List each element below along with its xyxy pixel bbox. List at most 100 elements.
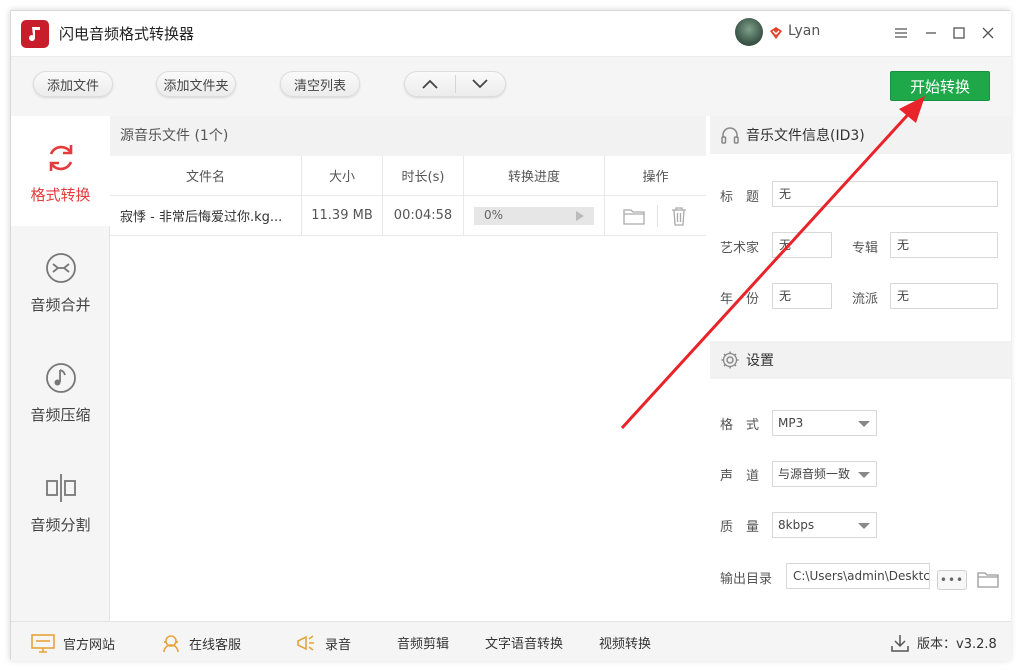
file-duration: 00:04:58 — [383, 196, 464, 235]
settings-section-header: 设置 — [710, 341, 1011, 379]
folder-icon[interactable] — [623, 207, 645, 225]
format-value: MP3 — [778, 416, 804, 430]
monitor-icon — [31, 634, 55, 653]
chevron-down-icon — [858, 472, 870, 478]
open-folder-icon[interactable] — [977, 570, 999, 588]
chevron-up-icon — [422, 79, 438, 89]
column-header-progress: 转换进度 — [464, 156, 605, 195]
split-icon — [45, 474, 76, 502]
website-label: 官方网站 — [63, 637, 116, 653]
title-label: 标 题 — [720, 190, 760, 205]
quality-label: 质 量 — [720, 520, 760, 535]
divider — [657, 204, 658, 227]
output-path-field[interactable]: C:\Users\admin\Desktc — [786, 563, 930, 589]
customer-service-icon — [163, 635, 179, 653]
chevron-down-icon — [472, 79, 488, 89]
move-down-button[interactable] — [456, 72, 506, 96]
merge-icon — [45, 253, 76, 283]
app-title: 闪电音频格式转换器 — [59, 25, 195, 43]
bottom-bar: 官方网站 在线客服 录音 音频剪辑 文字语音转换 视频转换 版本：v3.2.8 — [11, 621, 1011, 661]
vip-icon — [770, 27, 782, 39]
sidebar-item-format-convert[interactable]: 格式转换 — [11, 116, 110, 226]
reorder-buttons — [404, 71, 506, 97]
version-info[interactable]: 版本：v3.2.8 — [891, 633, 997, 652]
maximize-button[interactable] — [949, 23, 969, 43]
artist-field[interactable]: 无 — [772, 232, 832, 258]
app-logo-icon — [21, 20, 49, 48]
album-label: 专辑 — [852, 241, 879, 256]
move-up-button[interactable] — [405, 72, 455, 96]
channel-label: 声 道 — [720, 469, 760, 484]
album-field[interactable]: 无 — [890, 232, 998, 258]
sidebar-item-audio-merge[interactable]: 音频合并 — [11, 226, 110, 336]
sidebar-item-label: 音频合并 — [30, 296, 91, 314]
output-label: 输出目录 — [720, 572, 773, 587]
gear-icon — [721, 351, 739, 369]
column-header-size: 大小 — [302, 156, 383, 195]
year-label: 年 份 — [720, 292, 760, 307]
version-label: 版本：v3.2.8 — [917, 637, 997, 652]
properties-panel: 音乐文件信息(ID3) 标 题 无 艺术家 无 专辑 无 年 份 无 流派 无 … — [710, 116, 1011, 621]
settings-section-title: 设置 — [746, 353, 774, 369]
minimize-button[interactable] — [921, 23, 941, 43]
progress-text: 0% — [484, 207, 504, 222]
record-label: 录音 — [325, 637, 352, 653]
sidebar-item-label: 音频压缩 — [30, 406, 91, 424]
file-size: 11.39 MB — [302, 196, 383, 235]
app-window: 闪电音频格式转换器 Lyan 添加文件 添加文件夹 清空列表 开始转换 格式转换… — [10, 10, 1011, 661]
record-link[interactable]: 录音 — [295, 633, 351, 653]
quality-value: 8kbps — [778, 518, 815, 532]
file-list-header: 源音乐文件 (1个) — [110, 116, 706, 156]
avatar[interactable] — [735, 18, 763, 46]
quality-select[interactable]: 8kbps — [772, 512, 877, 538]
channel-value: 与源音频一致 — [778, 467, 851, 481]
progress-bar: 0% — [474, 206, 594, 225]
genre-label: 流派 — [852, 292, 879, 307]
column-header-name: 文件名 — [110, 156, 302, 195]
format-select[interactable]: MP3 — [772, 410, 877, 436]
file-actions — [605, 196, 706, 235]
add-file-button[interactable]: 添加文件 — [33, 71, 113, 97]
table-row[interactable]: 寂悸 - 非常后悔爱过你.kg... 11.39 MB 00:04:58 0% — [110, 196, 706, 236]
download-icon — [891, 634, 909, 652]
tts-link[interactable]: 文字语音转换 — [485, 633, 563, 652]
username[interactable]: Lyan — [788, 23, 820, 39]
video-convert-link[interactable]: 视频转换 — [599, 633, 651, 652]
id3-section-header: 音乐文件信息(ID3) — [710, 116, 1011, 154]
title-field[interactable]: 无 — [772, 181, 998, 207]
add-folder-button[interactable]: 添加文件夹 — [156, 71, 236, 97]
column-header-actions: 操作 — [642, 170, 669, 185]
chevron-down-icon — [858, 421, 870, 427]
sidebar-item-audio-split[interactable]: 音频分割 — [11, 446, 110, 556]
year-field[interactable]: 无 — [772, 283, 832, 309]
trash-icon[interactable] — [670, 206, 688, 226]
close-button[interactable] — [978, 23, 998, 43]
chevron-down-icon — [858, 523, 870, 529]
toolbar: 添加文件 添加文件夹 清空列表 开始转换 — [11, 56, 1011, 116]
column-header-duration: 时长(s) — [383, 156, 464, 195]
title-bar: 闪电音频格式转换器 Lyan — [11, 11, 1011, 56]
play-icon[interactable] — [576, 210, 584, 221]
sidebar-item-label: 格式转换 — [30, 186, 91, 204]
sidebar-item-label: 音频分割 — [30, 516, 91, 534]
service-link[interactable]: 在线客服 — [161, 633, 241, 653]
clear-list-button[interactable]: 清空列表 — [280, 71, 360, 97]
menu-icon[interactable] — [891, 23, 911, 43]
file-list: 源音乐文件 (1个) 文件名 大小 时长(s) 转换进度 操作 寂悸 - 非常后… — [110, 116, 706, 621]
audio-edit-link[interactable]: 音频剪辑 — [397, 633, 449, 652]
id3-section-title: 音乐文件信息(ID3) — [746, 128, 865, 144]
refresh-icon — [49, 145, 72, 171]
headphones-icon — [721, 127, 739, 144]
start-convert-button[interactable]: 开始转换 — [890, 71, 990, 101]
genre-field[interactable]: 无 — [890, 283, 998, 309]
channel-select[interactable]: 与源音频一致 — [772, 461, 877, 487]
service-label: 在线客服 — [189, 637, 242, 653]
website-link[interactable]: 官方网站 — [31, 633, 115, 653]
sidebar-item-audio-compress[interactable]: 音频压缩 — [11, 336, 110, 446]
file-progress: 0% — [464, 196, 605, 235]
file-name: 寂悸 - 非常后悔爱过你.kg... — [110, 196, 302, 235]
browse-button[interactable]: ••• — [937, 570, 967, 590]
music-note-icon — [45, 363, 76, 393]
artist-label: 艺术家 — [720, 241, 760, 256]
format-label: 格 式 — [720, 418, 760, 433]
